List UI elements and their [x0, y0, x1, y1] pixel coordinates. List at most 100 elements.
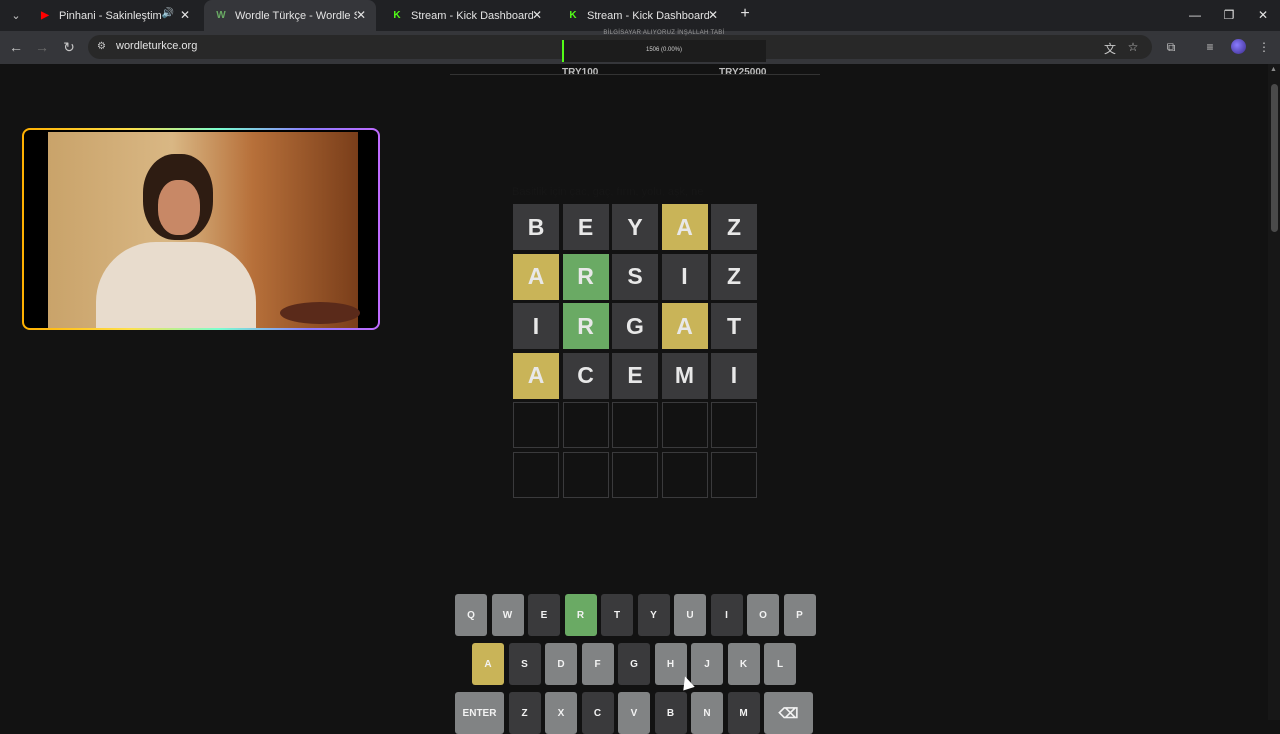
- board-tile: [612, 402, 658, 448]
- browser-tab[interactable]: W Wordle Türkçe - Wordle Sınırsız✕: [204, 0, 376, 31]
- board-tile: [711, 451, 757, 498]
- key-i[interactable]: I: [710, 594, 743, 636]
- key-s[interactable]: S: [508, 643, 541, 685]
- key-a[interactable]: A: [472, 643, 504, 685]
- browser-tab[interactable]: ▶ Pinhani - Sakinleştim - You🔊 ✕: [28, 0, 200, 31]
- key-b[interactable]: B: [654, 692, 687, 734]
- board-tile: G: [612, 303, 658, 349]
- scroll-up-arrow-icon[interactable]: ▲: [1270, 66, 1277, 73]
- url-text[interactable]: wordleturkce.org: [116, 40, 197, 52]
- webcam-frame: [24, 130, 378, 328]
- reload-icon[interactable]: ↻: [61, 39, 77, 55]
- key-n[interactable]: N: [691, 692, 723, 734]
- board-tile: [513, 402, 559, 448]
- key-o[interactable]: O: [747, 594, 779, 636]
- webcam-video: [48, 132, 360, 328]
- goal-max-label: TRY25000: [719, 67, 767, 78]
- board-tile: E: [562, 204, 609, 250]
- board-tile: I: [661, 253, 708, 300]
- board-tile: T: [711, 303, 757, 349]
- key-v[interactable]: V: [618, 692, 650, 734]
- scrollbar-thumb[interactable]: [1271, 84, 1278, 232]
- board-tile: R: [562, 303, 609, 349]
- board-tile: R: [562, 253, 609, 300]
- key-e[interactable]: E: [528, 594, 560, 636]
- board-tile: [612, 451, 658, 498]
- key-f[interactable]: F: [581, 643, 614, 685]
- key-p[interactable]: P: [783, 594, 816, 636]
- key-z[interactable]: Z: [508, 692, 541, 734]
- key-r[interactable]: R: [564, 594, 597, 636]
- key-l[interactable]: L: [764, 643, 796, 685]
- kick-icon: K: [393, 9, 401, 21]
- tab-close-icon[interactable]: ✕: [706, 8, 720, 22]
- board-tile: S: [612, 253, 658, 300]
- key-t[interactable]: T: [601, 594, 633, 636]
- tab-title: Pinhani - Sakinleştim - You: [59, 9, 167, 22]
- key-q[interactable]: Q: [455, 594, 487, 636]
- media-control-icon[interactable]: ≡: [1202, 40, 1218, 54]
- board-tile: I: [711, 352, 757, 399]
- key-m[interactable]: M: [727, 692, 760, 734]
- key-w[interactable]: W: [491, 594, 524, 636]
- board-tile: [562, 451, 609, 498]
- restore-icon[interactable]: ❐: [1212, 0, 1246, 31]
- browser-tab[interactable]: K Stream - Kick Dashboard ✕: [380, 0, 552, 31]
- tab-close-icon[interactable]: ✕: [178, 8, 192, 22]
- key-y[interactable]: Y: [637, 594, 670, 636]
- board-tile: [661, 451, 708, 498]
- board-tile: C: [562, 352, 609, 399]
- enter-key[interactable]: ENTER: [455, 692, 504, 734]
- youtube-icon: ▶: [41, 9, 49, 21]
- key-d[interactable]: D: [545, 643, 577, 685]
- forward-arrow-icon[interactable]: →: [34, 39, 50, 55]
- board-tile: [661, 402, 708, 448]
- minimize-icon[interactable]: —: [1178, 0, 1212, 31]
- kebab-menu-icon[interactable]: ⋮: [1256, 40, 1272, 54]
- board-tile: [562, 402, 609, 448]
- tab-title: Stream - Kick Dashboard: [587, 9, 709, 22]
- goal-amount: 1506 (0.00%): [645, 47, 683, 53]
- stream-goal-banner: BİLGİSAYAR ALIYORUZ İNŞALLAH TABİ 1506 (…: [562, 27, 766, 65]
- header-divider: [450, 74, 820, 75]
- close-window-icon[interactable]: ✕: [1246, 0, 1280, 31]
- new-tab-plus-icon[interactable]: +: [737, 5, 753, 23]
- key-k[interactable]: K: [727, 643, 760, 685]
- profile-avatar[interactable]: [1231, 39, 1246, 54]
- translate-icon[interactable]: 文: [1102, 40, 1118, 57]
- goal-min-label: TRY100: [562, 67, 599, 78]
- key-g[interactable]: G: [618, 643, 650, 685]
- board-tile: Y: [612, 204, 658, 250]
- food-plate: [280, 302, 360, 324]
- tab-audio-icon[interactable]: 🔊: [162, 8, 174, 19]
- backspace-key-icon[interactable]: ⌫: [764, 692, 813, 734]
- tab-close-icon[interactable]: ✕: [530, 8, 544, 22]
- streamer-face: [158, 180, 200, 235]
- board-tile: A: [513, 253, 559, 300]
- goal-title: BİLGİSAYAR ALIYORUZ İNŞALLAH TABİ: [603, 30, 725, 36]
- board-tile: M: [661, 352, 708, 399]
- kick-icon: K: [569, 9, 577, 21]
- key-c[interactable]: C: [581, 692, 614, 734]
- wordle-icon: W: [216, 9, 226, 21]
- hint-text: Basitlik için çac, gaç, fırın, yolu, aşk…: [512, 186, 704, 198]
- board-tile: [711, 402, 757, 448]
- webcam-overlay: [22, 128, 380, 330]
- back-arrow-icon[interactable]: ←: [8, 39, 24, 55]
- streamer-robe: [96, 242, 256, 328]
- tab-search-chevron-icon[interactable]: ⌄: [6, 6, 26, 26]
- board-tile: Z: [711, 253, 757, 300]
- extensions-puzzle-icon[interactable]: ⧉: [1163, 40, 1179, 55]
- goal-progress-bar: 1506 (0.00%): [562, 40, 766, 62]
- bookmark-star-icon[interactable]: ☆: [1125, 40, 1141, 54]
- key-u[interactable]: U: [674, 594, 706, 636]
- board-tile: I: [513, 303, 559, 349]
- board-tile: A: [661, 303, 708, 349]
- board-tile: B: [513, 204, 559, 250]
- key-x[interactable]: X: [545, 692, 577, 734]
- board-tile: [513, 451, 559, 498]
- board-tile: A: [513, 352, 559, 399]
- site-info-icon[interactable]: ⚙: [97, 41, 106, 52]
- key-j[interactable]: J: [691, 643, 723, 685]
- tab-close-icon[interactable]: ✕: [354, 8, 368, 22]
